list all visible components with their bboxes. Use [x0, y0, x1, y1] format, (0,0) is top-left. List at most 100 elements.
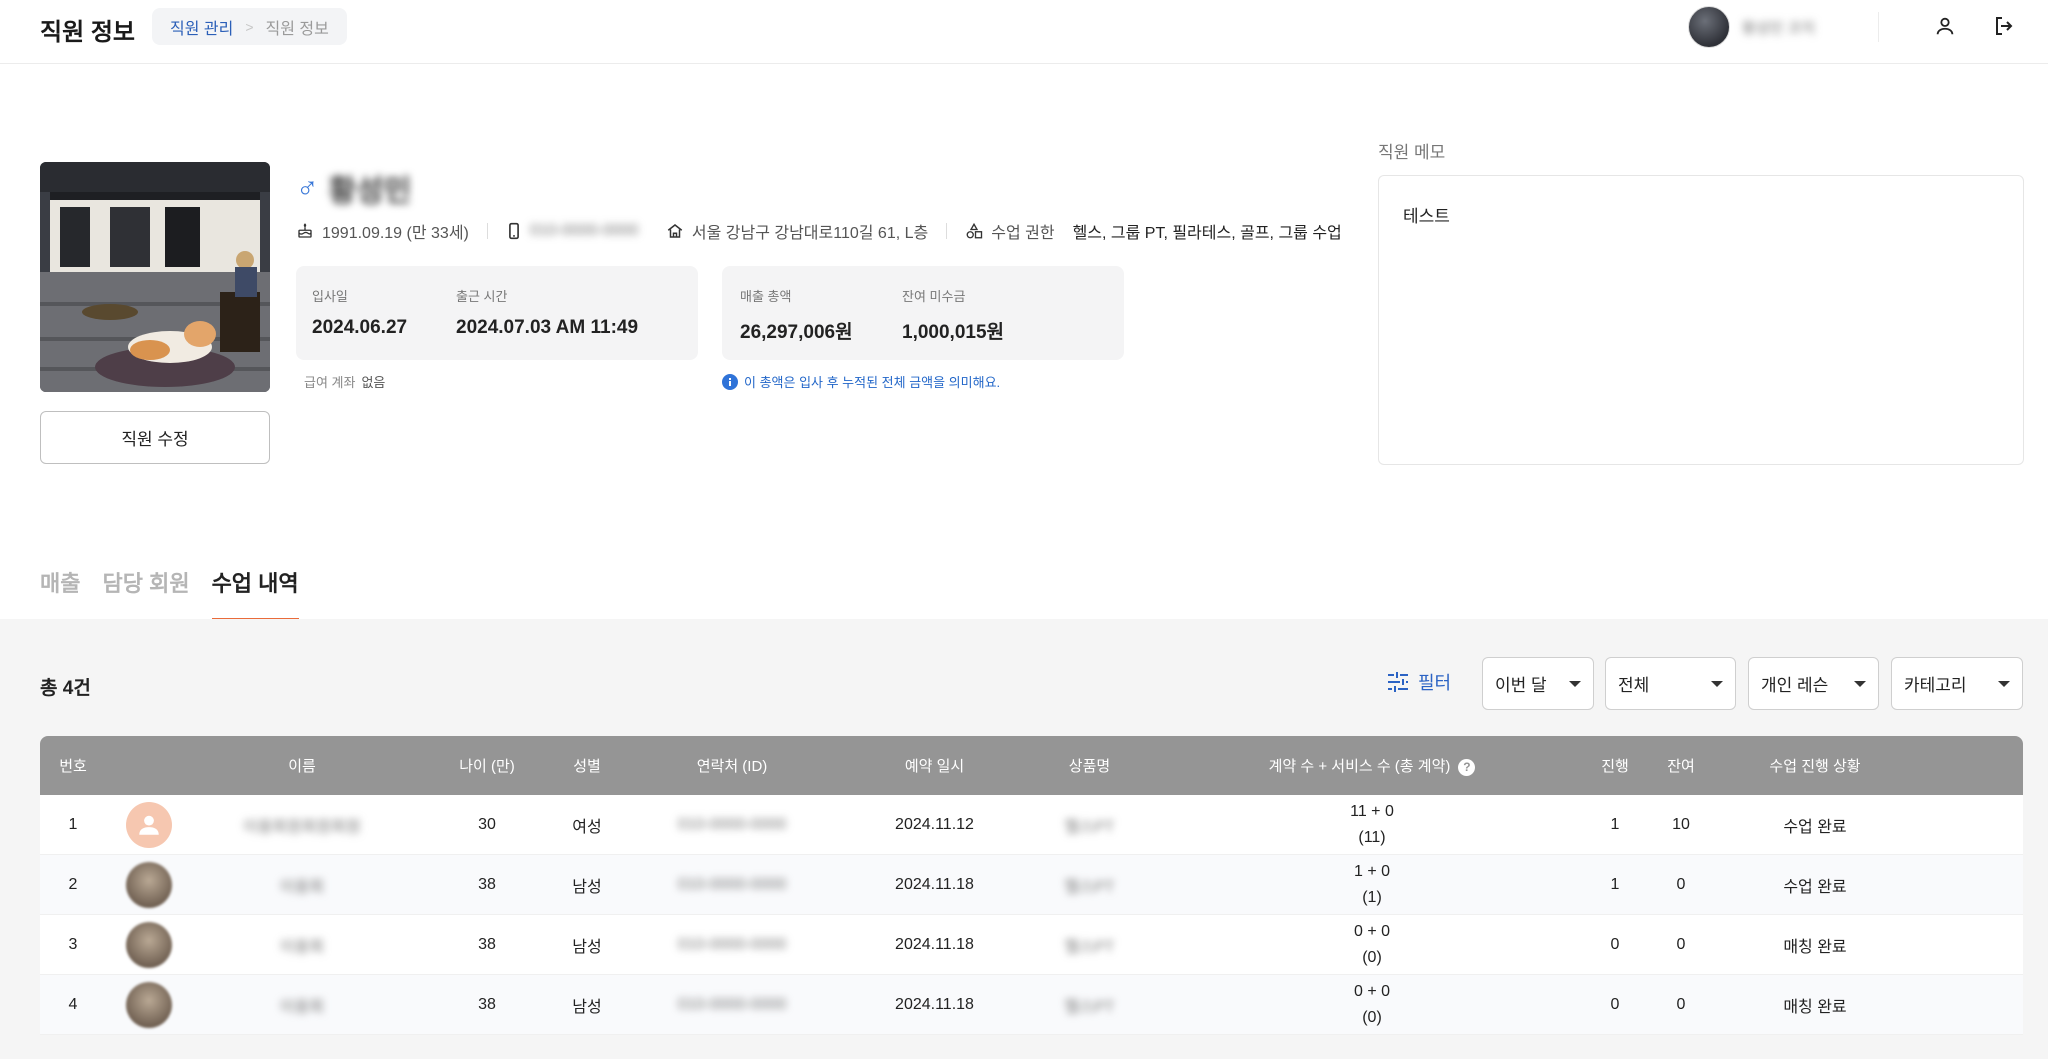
- salary-account-value: 없음: [361, 375, 386, 390]
- contract-total: (0): [1362, 1008, 1382, 1026]
- help-icon[interactable]: ?: [1458, 758, 1476, 776]
- total-count: 총 4건: [40, 678, 91, 699]
- period-select-value: 이번 달: [1495, 676, 1547, 695]
- contract-count: 0 + 0 (0): [1162, 979, 1582, 1031]
- member-contact: 010-0000-0000: [677, 875, 787, 893]
- progress-count: 1: [1610, 815, 1620, 833]
- member-avatar: [126, 921, 172, 968]
- member-name: 이용회: [279, 998, 325, 1016]
- column-age: 나이 (만): [459, 758, 515, 775]
- table-row[interactable]: 3 이용회 38 남성 010-0000-0000 2024.11.18 헬스P…: [40, 915, 2023, 975]
- row-number: 1: [68, 815, 78, 833]
- member-gender: 여성: [572, 818, 602, 836]
- class-status: 수업 완료: [1783, 818, 1847, 836]
- work-info-card: 입사일 2024.06.27 출근 시간 2024.07.03 AM 11:49: [296, 266, 698, 360]
- profile-icon[interactable]: [1931, 12, 1959, 40]
- total-sales-stat: 매출 총액 26,297,006원: [740, 286, 853, 344]
- hire-date-stat: 입사일 2024.06.27: [312, 286, 407, 339]
- chevron-down-icon: [1569, 680, 1581, 687]
- member-age: 38: [478, 935, 496, 953]
- user-menu[interactable]: 황성민 코치: [1688, 6, 1832, 48]
- birthdate-item: 1991.09.19 (만 33세): [296, 219, 469, 243]
- row-avatar-cell: [106, 861, 192, 908]
- table-row[interactable]: 1 이용회원회원회원 30 여성 010-0000-0000 2024.11.1…: [40, 795, 2023, 855]
- total-sales-label: 매출 총액: [740, 289, 792, 304]
- contract-sum: 11 + 0: [1350, 802, 1394, 820]
- progress-count: 0: [1610, 935, 1620, 953]
- tab-class-history[interactable]: 수업 내역: [211, 566, 299, 623]
- class-permission-value: 헬스, 그룹 PT, 필라테스, 골프, 그룹 수업: [1072, 225, 1342, 242]
- check-in-value: 2024.07.03 AM 11:49: [456, 317, 639, 338]
- class-status: 매칭 완료: [1783, 998, 1847, 1016]
- page-title: 직원 정보: [40, 19, 135, 46]
- member-contact: 010-0000-0000: [677, 995, 787, 1013]
- tab-bar: 매출 담당 회원 수업 내역: [40, 566, 299, 623]
- class-history-table: 번호 이름 나이 (만) 성별 연락처 (ID) 예약 일시 상품명 계약 수 …: [40, 736, 2023, 1035]
- edit-employee-button[interactable]: 직원 수정: [40, 411, 270, 464]
- breadcrumb-current: 직원 정보: [265, 20, 329, 38]
- member-contact: 010-0000-0000: [677, 815, 787, 833]
- table-row[interactable]: 2 이용회 38 남성 010-0000-0000 2024.11.18 헬스P…: [40, 855, 2023, 915]
- tab-sales[interactable]: 매출: [40, 566, 80, 623]
- home-icon: [667, 224, 683, 238]
- contract-sum: 0 + 0: [1353, 922, 1391, 940]
- member-name: 이용회원회원회원: [243, 818, 361, 836]
- column-name: 이름: [288, 758, 316, 775]
- row-avatar-cell: [106, 801, 192, 848]
- status-select[interactable]: 전체: [1605, 657, 1736, 710]
- row-number: 2: [68, 875, 78, 893]
- row-avatar-cell: [106, 981, 192, 1028]
- user-avatar[interactable]: [1688, 6, 1730, 48]
- class-permission-label: 수업 권한: [991, 225, 1055, 242]
- progress-count: 0: [1610, 995, 1620, 1013]
- contract-sum: 1 + 0: [1353, 862, 1391, 880]
- product-name: 헬스PT: [1064, 878, 1115, 896]
- phone-icon: [508, 222, 519, 240]
- employee-info-row: 1991.09.19 (만 33세) 010-0000-0000 서울 강남구 …: [296, 219, 1342, 243]
- member-gender: 남성: [572, 878, 602, 896]
- divider: [486, 223, 488, 239]
- memo-textarea[interactable]: 테스트: [1378, 175, 2024, 465]
- check-in-stat: 출근 시간 2024.07.03 AM 11:49: [456, 286, 638, 339]
- divider: [946, 223, 948, 239]
- status-select-value: 전체: [1618, 676, 1650, 695]
- remaining-count: 0: [1676, 935, 1686, 953]
- salary-account-label: 급여 계좌: [304, 375, 356, 390]
- column-contract: 계약 수 + 서비스 수 (총 계약)?: [1162, 755, 1582, 776]
- total-notice-text: 이 총액은 입사 후 누적된 전체 금액을 의미해요.: [744, 375, 1001, 390]
- chevron-down-icon: [1998, 680, 2010, 687]
- breadcrumb-employee-management[interactable]: 직원 관리: [170, 15, 233, 39]
- remaining-count: 0: [1676, 875, 1686, 893]
- hire-date-label: 입사일: [312, 289, 348, 304]
- member-avatar: [126, 861, 172, 908]
- sliders-icon: [1388, 672, 1408, 692]
- filter-label: 필터: [1418, 673, 1452, 693]
- breadcrumb: 직원 관리 > 직원 정보: [152, 8, 347, 45]
- tab-assigned-members[interactable]: 담당 회원: [102, 566, 189, 623]
- memo-label: 직원 메모: [1378, 143, 1446, 162]
- column-product: 상품명: [1068, 758, 1111, 775]
- receivable-value: 1,000,015원: [902, 322, 1005, 343]
- logout-icon[interactable]: [1990, 12, 2018, 40]
- member-age: 38: [478, 995, 496, 1013]
- contract-count: 0 + 0 (0): [1162, 919, 1582, 971]
- period-select[interactable]: 이번 달: [1482, 657, 1594, 710]
- contract-total: (11): [1358, 828, 1386, 846]
- reservation-date: 2024.11.18: [895, 995, 974, 1013]
- reservation-date: 2024.11.12: [895, 815, 974, 833]
- column-contact: 연락처 (ID): [696, 758, 768, 775]
- contract-total: (1): [1362, 888, 1382, 906]
- address: 서울 강남구 강남대로110길 61, L층: [691, 225, 929, 242]
- filter-button[interactable]: 필터: [1386, 669, 1451, 695]
- column-contract-label: 계약 수 + 서비스 수 (총 계약): [1268, 758, 1451, 775]
- category-select[interactable]: 카테고리: [1891, 657, 2023, 710]
- column-reservation-date: 예약 일시: [904, 758, 965, 775]
- default-avatar-icon: [126, 801, 172, 848]
- lesson-type-select[interactable]: 개인 레슨: [1748, 657, 1879, 710]
- chevron-down-icon: [1854, 680, 1866, 687]
- remaining-count: 0: [1676, 995, 1686, 1013]
- member-age: 30: [478, 815, 496, 833]
- column-progress: 진행: [1601, 758, 1629, 775]
- table-row[interactable]: 4 이용회 38 남성 010-0000-0000 2024.11.18 헬스P…: [40, 975, 2023, 1035]
- hire-date-value: 2024.06.27: [312, 317, 408, 338]
